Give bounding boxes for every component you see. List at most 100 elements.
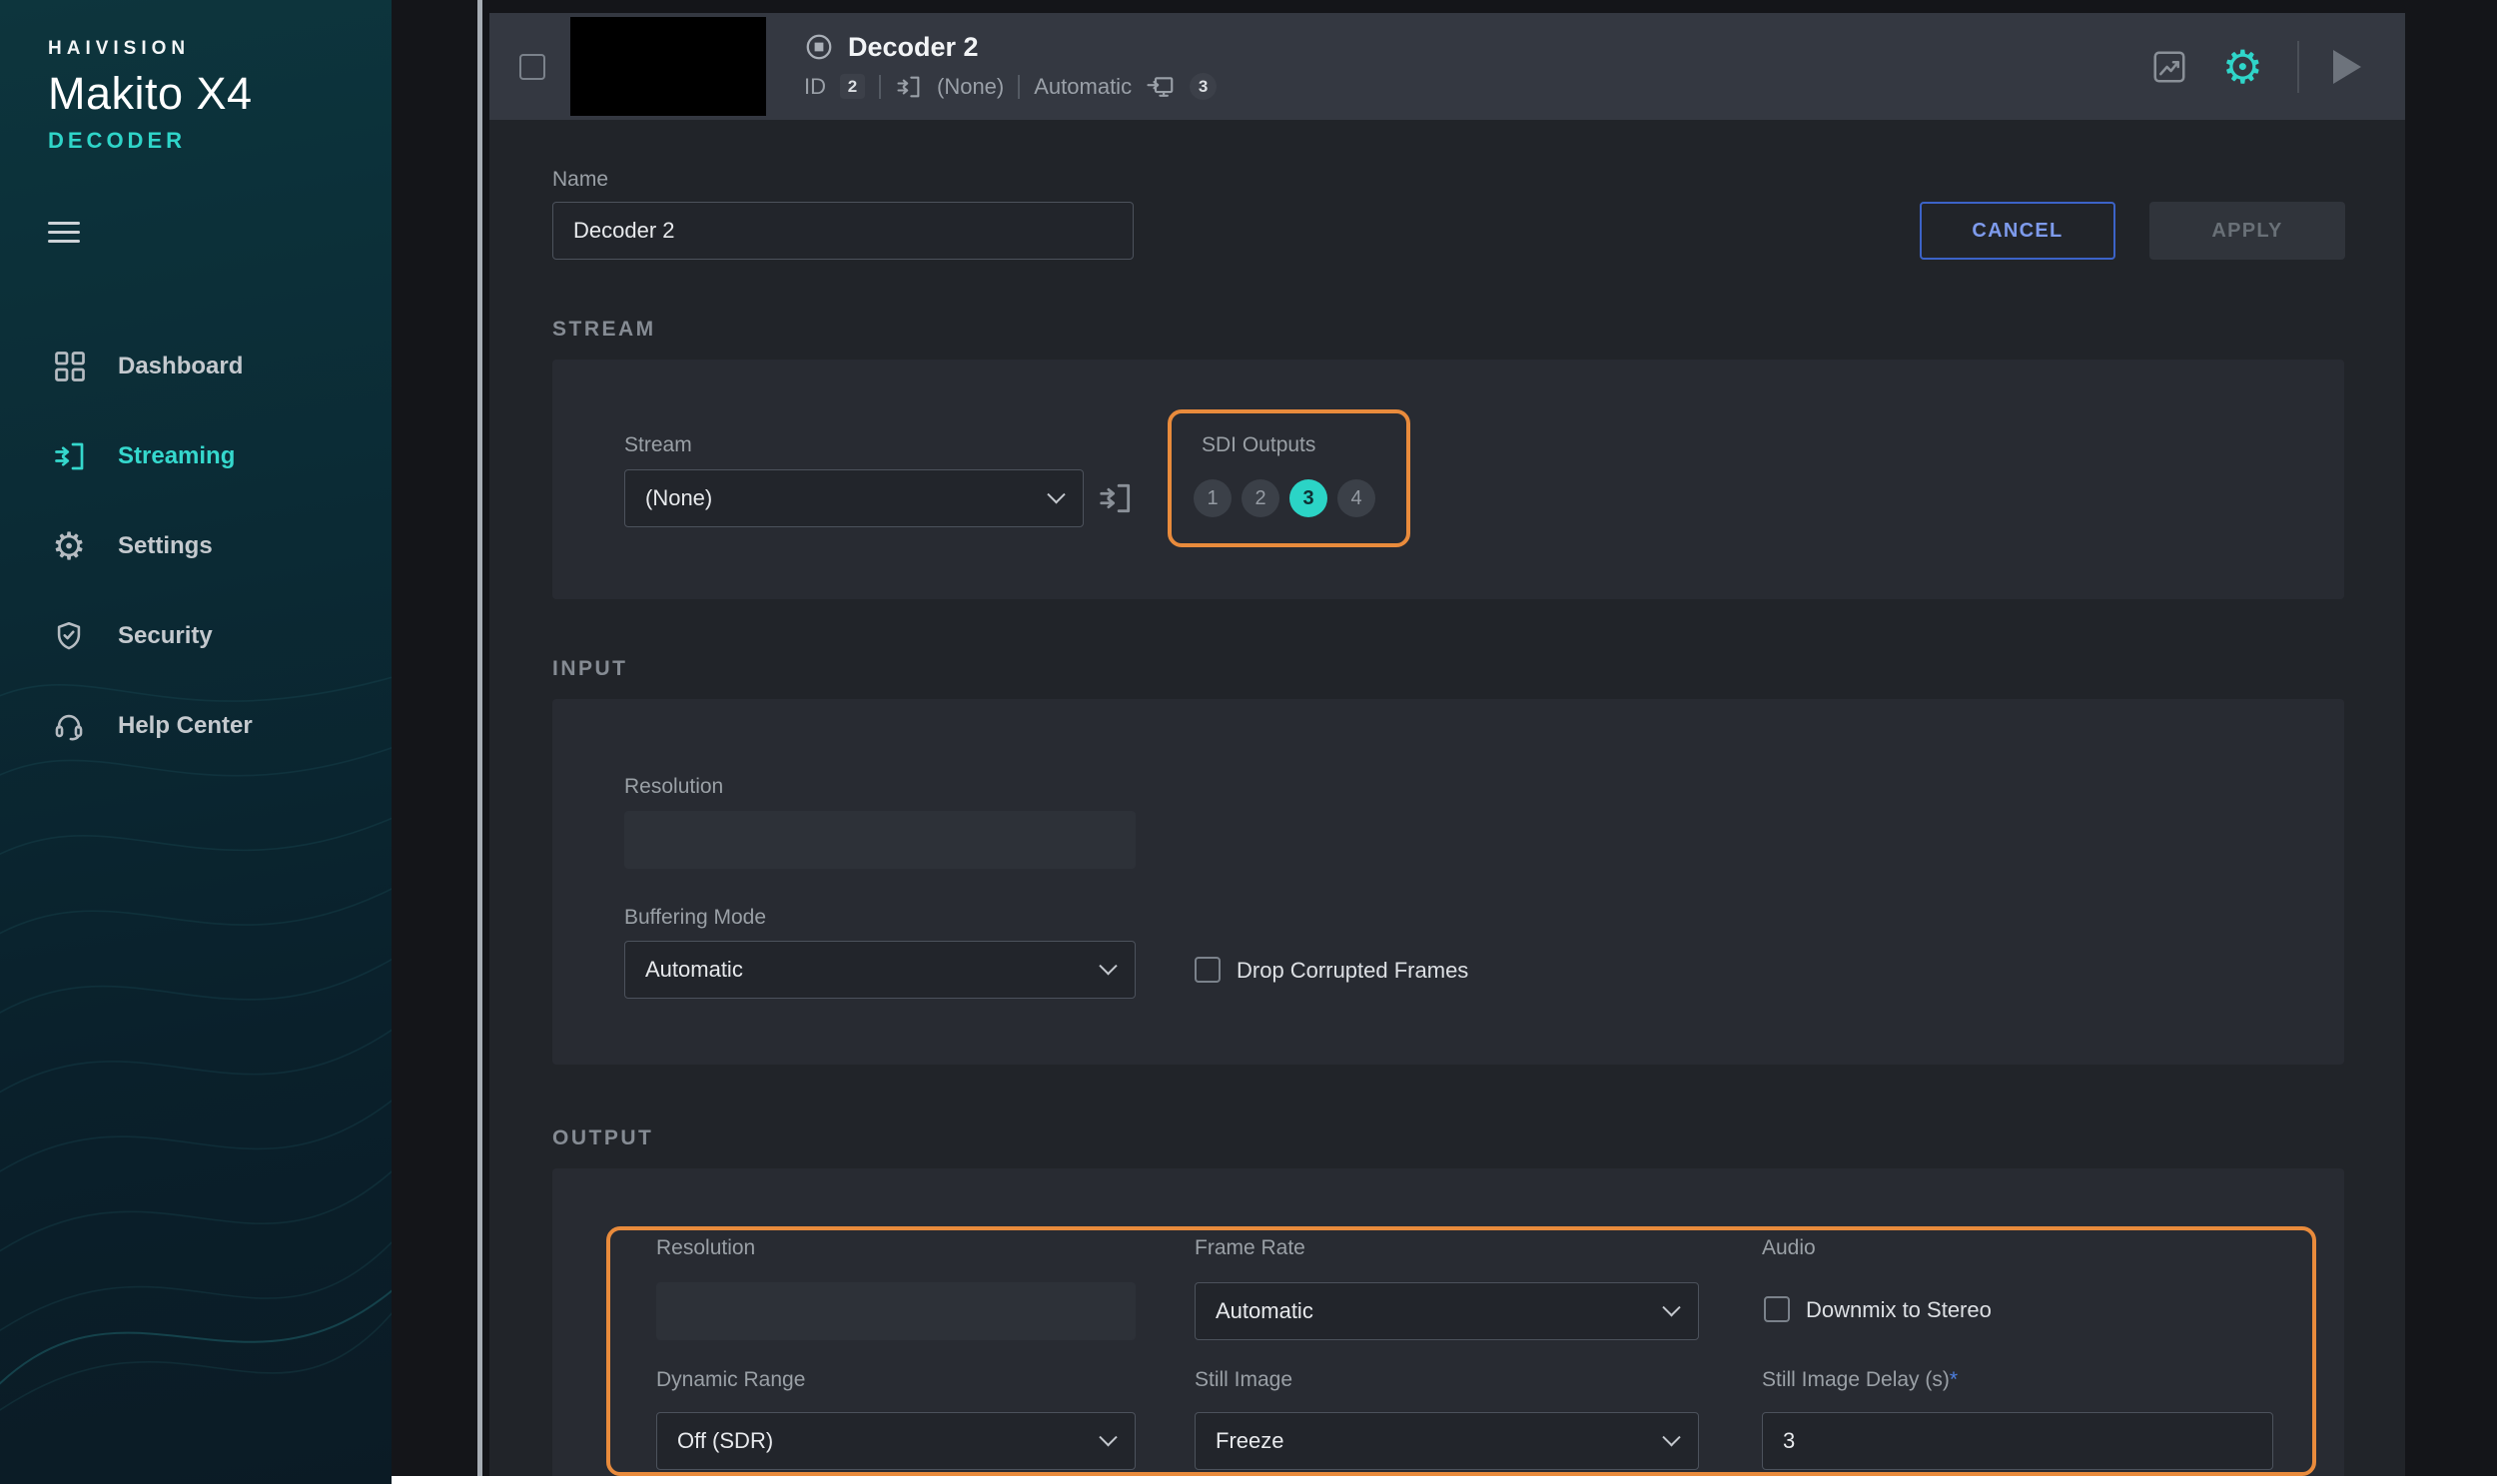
chart-icon bbox=[2153, 50, 2185, 83]
drop-corrupted-frames-checkbox[interactable] bbox=[1195, 957, 1221, 983]
stopped-status-icon bbox=[806, 34, 832, 60]
play-icon bbox=[2333, 49, 2361, 84]
decoder-select-checkbox[interactable] bbox=[519, 53, 545, 80]
video-thumbnail bbox=[570, 17, 766, 116]
streaming-icon bbox=[52, 437, 92, 475]
settings-button[interactable]: ⚙ bbox=[2222, 44, 2263, 90]
decoder-title: Decoder 2 bbox=[848, 31, 979, 62]
required-marker: * bbox=[1949, 1368, 1959, 1391]
dynamic-range-label: Dynamic Range bbox=[656, 1368, 806, 1391]
frame-rate-value: Automatic bbox=[1216, 1298, 1313, 1323]
buffering-mode-label: Buffering Mode bbox=[624, 906, 767, 929]
stream-link-icon bbox=[1097, 479, 1135, 517]
sidebar-item-label: Security bbox=[118, 622, 213, 649]
still-image-dropdown[interactable]: Freeze bbox=[1195, 1412, 1699, 1470]
stream-name: (None) bbox=[937, 73, 1005, 99]
dashboard-icon bbox=[52, 348, 92, 385]
brand-name: HAIVISION bbox=[48, 38, 191, 59]
sidebar-item-label: Streaming bbox=[118, 442, 236, 469]
name-input[interactable] bbox=[552, 202, 1134, 260]
shield-icon bbox=[52, 617, 92, 655]
sidebar-item-security[interactable]: Security bbox=[0, 591, 392, 681]
sdi-output-2-button[interactable]: 2 bbox=[1242, 479, 1279, 517]
decoder-header: Decoder 2 ID 2 (None) Automatic 3 ⚙ bbox=[489, 13, 2405, 120]
output-section-heading: OUTPUT bbox=[552, 1126, 654, 1149]
meta-divider bbox=[1018, 74, 1021, 99]
output-count-badge: 3 bbox=[1190, 73, 1218, 100]
menu-toggle-button[interactable] bbox=[48, 222, 80, 246]
sdi-output-4-button[interactable]: 4 bbox=[1337, 479, 1375, 517]
sidebar-item-label: Dashboard bbox=[118, 353, 244, 379]
buffering-mode-value: Automatic bbox=[645, 957, 743, 982]
decoder-header-actions: ⚙ bbox=[2150, 40, 2405, 93]
page-bottom bbox=[392, 1476, 2497, 1484]
sidebar-item-streaming[interactable]: Streaming bbox=[0, 411, 392, 501]
buffering-mode-dropdown[interactable]: Automatic bbox=[624, 941, 1136, 999]
sidebar-item-label: Help Center bbox=[118, 712, 253, 739]
brand-subtitle: DECODER bbox=[48, 128, 187, 153]
annotation-sdi-outputs bbox=[1168, 409, 1410, 547]
name-label: Name bbox=[552, 168, 609, 191]
stream-select-label: Stream bbox=[624, 433, 692, 456]
input-resolution-label: Resolution bbox=[624, 775, 724, 798]
header-actions-divider bbox=[2297, 40, 2299, 93]
stream-section-heading: STREAM bbox=[552, 318, 656, 341]
gear-icon: ⚙ bbox=[2221, 39, 2263, 94]
audio-label: Audio bbox=[1762, 1236, 1816, 1259]
decoder-header-text: Decoder 2 ID 2 (None) Automatic 3 bbox=[804, 31, 1218, 102]
sidebar-item-label: Settings bbox=[118, 532, 213, 559]
stream-select-dropdown[interactable]: (None) bbox=[624, 469, 1084, 527]
frame-rate-dropdown[interactable]: Automatic bbox=[1195, 1282, 1699, 1340]
cancel-button[interactable]: CANCEL bbox=[1920, 202, 2115, 260]
statistics-button[interactable] bbox=[2150, 48, 2188, 86]
sdi-outputs-group: 1 2 3 4 bbox=[1194, 479, 1375, 517]
still-image-delay-input[interactable] bbox=[1762, 1412, 2273, 1470]
brand-logo: HAIVISION Makito X4 DECODER bbox=[48, 38, 253, 154]
dynamic-range-value: Off (SDR) bbox=[677, 1428, 774, 1453]
input-resolution-field bbox=[624, 811, 1136, 869]
sdi-output-3-button[interactable]: 3 bbox=[1289, 479, 1327, 517]
input-section-panel: Resolution Buffering Mode Automatic Drop… bbox=[552, 699, 2344, 1065]
sidebar-nav: Dashboard Streaming ⚙ Settings Security … bbox=[0, 322, 392, 771]
chevron-down-icon bbox=[1099, 1427, 1118, 1446]
resolution-mode: Automatic bbox=[1034, 73, 1133, 99]
still-image-label: Still Image bbox=[1195, 1368, 1293, 1391]
downmix-to-stereo-checkbox[interactable] bbox=[1764, 1296, 1790, 1322]
sdi-output-icon bbox=[1147, 76, 1174, 97]
sidebar-item-settings[interactable]: ⚙ Settings bbox=[0, 501, 392, 591]
output-section-panel: Resolution Frame Rate Automatic Audio Do… bbox=[552, 1168, 2344, 1484]
frame-rate-label: Frame Rate bbox=[1195, 1236, 1305, 1259]
sidebar: HAIVISION Makito X4 DECODER Dashboard St… bbox=[0, 0, 392, 1484]
headset-icon bbox=[52, 707, 92, 745]
still-image-delay-label-text: Still Image Delay (s) bbox=[1762, 1368, 1950, 1391]
apply-button[interactable]: APPLY bbox=[2149, 202, 2345, 260]
dynamic-range-dropdown[interactable]: Off (SDR) bbox=[656, 1412, 1136, 1470]
stream-section-panel: Stream (None) SDI Outputs 1 2 3 4 bbox=[552, 360, 2344, 599]
output-resolution-field bbox=[656, 1282, 1136, 1340]
drop-corrupted-frames-label: Drop Corrupted Frames bbox=[1237, 958, 1469, 983]
makito-x4-app: HAIVISION Makito X4 DECODER Dashboard St… bbox=[0, 0, 2497, 1484]
still-image-value: Freeze bbox=[1216, 1428, 1284, 1453]
sidebar-item-help-center[interactable]: Help Center bbox=[0, 681, 392, 771]
decoder-panel: Decoder 2 ID 2 (None) Automatic 3 ⚙ Name… bbox=[489, 13, 2405, 1484]
sdi-output-1-button[interactable]: 1 bbox=[1194, 479, 1232, 517]
chevron-down-icon bbox=[1047, 484, 1066, 503]
decoder-meta: ID 2 (None) Automatic 3 bbox=[804, 72, 1218, 102]
meta-divider bbox=[879, 74, 881, 99]
stream-icon bbox=[897, 76, 920, 97]
still-image-delay-label: Still Image Delay (s)* bbox=[1762, 1368, 1958, 1392]
settings-gear-icon: ⚙ bbox=[52, 524, 87, 568]
chevron-down-icon bbox=[1662, 1297, 1681, 1316]
chevron-down-icon bbox=[1662, 1427, 1681, 1446]
brand-product: Makito X4 bbox=[48, 68, 253, 119]
sdi-outputs-label: SDI Outputs bbox=[1202, 433, 1316, 456]
scrollbar[interactable] bbox=[477, 0, 482, 1476]
stream-select-value: (None) bbox=[645, 485, 713, 510]
output-resolution-label: Resolution bbox=[656, 1236, 756, 1259]
sidebar-item-dashboard[interactable]: Dashboard bbox=[0, 322, 392, 411]
chevron-down-icon bbox=[1099, 956, 1118, 975]
input-section-heading: INPUT bbox=[552, 657, 628, 680]
start-decoder-button[interactable] bbox=[2333, 49, 2361, 84]
id-badge: 2 bbox=[840, 74, 865, 99]
id-label: ID bbox=[804, 73, 826, 99]
